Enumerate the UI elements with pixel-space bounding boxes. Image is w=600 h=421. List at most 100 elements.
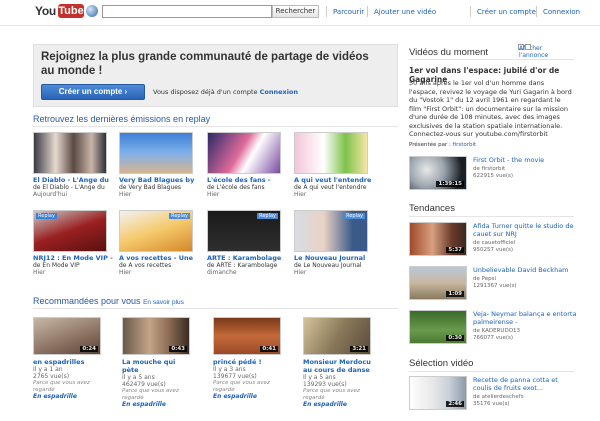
- video-thumbnail[interactable]: 1:39:15: [409, 156, 467, 190]
- video-thumbnail[interactable]: Replay: [33, 210, 107, 252]
- video-title[interactable]: Le Nouveau Journal: [294, 254, 374, 262]
- login-link[interactable]: Connexion: [543, 8, 580, 16]
- replay-card[interactable]: El Diablo - L'Ange du de El Diablo - L'A…: [33, 132, 113, 198]
- header-divider: [536, 6, 537, 17]
- replay-card[interactable]: Replay NRJ12 : En Mode VIP - de En Mode …: [33, 210, 113, 276]
- video-thumbnail[interactable]: 0:43: [122, 317, 190, 355]
- reason-video-link[interactable]: En espadrille: [122, 401, 192, 408]
- browse-link[interactable]: Parcourir: [333, 8, 364, 16]
- replay-badge: Replay: [257, 213, 278, 219]
- create-account-button[interactable]: Créer un compte ›: [41, 84, 145, 100]
- replay-badge: Replay: [36, 213, 57, 219]
- video-thumbnail[interactable]: [294, 132, 368, 174]
- sidebar-video[interactable]: 1:09 Unbelievable David Beckham de Pepsi…: [409, 266, 579, 306]
- video-title[interactable]: A qui veut l'entendre -: [294, 176, 374, 184]
- top-header: You Tube Rechercher Parcourir Ajouter un…: [0, 0, 600, 26]
- video-thumbnail[interactable]: [119, 132, 193, 174]
- promo-login-link[interactable]: Connexion: [260, 88, 298, 96]
- replay-card[interactable]: A qui veut l'entendre - de A qui veut l'…: [294, 132, 374, 198]
- video-title[interactable]: Unbelievable David Beckham: [473, 266, 578, 274]
- video-source: de Very Bad Blagues: [119, 184, 182, 191]
- video-title[interactable]: Monsieur Merdocu au cours de danse: [303, 358, 373, 374]
- reason-video-link[interactable]: En espadrille: [33, 393, 103, 400]
- sidebar-video[interactable]: 0:30 Veja- Neymar balança e entorta palm…: [409, 310, 579, 350]
- video-title[interactable]: Afida Turner quitte le studio de cauet s…: [473, 222, 578, 238]
- video-uploader[interactable]: de firstorbit: [473, 166, 505, 173]
- search-input[interactable]: [102, 5, 272, 18]
- learn-more-link[interactable]: En savoir plus: [143, 299, 184, 306]
- video-duration: 1:09: [446, 291, 464, 297]
- featured-description: 50 ans après le 1er vol d'un homme dans …: [409, 79, 572, 138]
- replay-section-title[interactable]: Retrouvez les dernières émissions en rep…: [33, 114, 210, 124]
- video-uploader[interactable]: de Pepsi: [473, 276, 496, 283]
- video-thumbnail[interactable]: [33, 132, 107, 174]
- video-title[interactable]: Veja- Neymar balança e entorta palmeiren…: [473, 310, 578, 326]
- checkbox-icon[interactable]: [525, 43, 531, 50]
- video-views: 139293 vue(s): [303, 381, 347, 388]
- youtube-logo[interactable]: You Tube: [35, 4, 98, 20]
- video-uploader[interactable]: de cauetofficiel: [473, 240, 515, 247]
- video-source: de A qui veut l'entendre: [294, 184, 367, 191]
- video-date: Hier: [294, 191, 307, 198]
- show-ad-toggle[interactable]: Afficher l'annonce: [517, 43, 548, 59]
- video-thumbnail[interactable]: Replay: [294, 210, 368, 252]
- video-duration: 0:24: [80, 346, 98, 352]
- video-age: Il y a 5 ans: [303, 374, 336, 381]
- recommended-card[interactable]: 0:24 en espadrilles Il y a 1 an 2765 vue…: [33, 317, 103, 400]
- recommended-card[interactable]: 3:21 Monsieur Merdocu au cours de danse …: [303, 317, 373, 408]
- video-thumbnail[interactable]: 0:24: [33, 317, 101, 355]
- video-thumbnail[interactable]: 0:30: [409, 310, 467, 344]
- video-title[interactable]: L'école des fans -: [207, 176, 287, 184]
- video-title[interactable]: en espadrilles: [33, 358, 103, 366]
- video-title[interactable]: Very Bad Blagues by: [119, 176, 199, 184]
- replay-card[interactable]: Replay ARTE : Karambolage de ARTE : Kara…: [207, 210, 287, 276]
- replay-card[interactable]: Replay Le Nouveau Journal de Le Nouveau …: [294, 210, 374, 276]
- video-uploader[interactable]: de atelierdeschefs: [473, 394, 524, 401]
- presented-by-label: Présentée par :: [409, 142, 451, 148]
- video-thumbnail[interactable]: 2:46: [409, 376, 467, 410]
- recommendation-reason: Parce que vous avez regardé: [303, 388, 360, 401]
- reason-video-link[interactable]: En espadrille: [303, 401, 373, 408]
- section-divider: [33, 126, 398, 127]
- video-views: 950257 vue(s): [473, 247, 514, 253]
- sidebar-video[interactable]: 2:46 Recette de panna cotta et coulis de…: [409, 376, 579, 416]
- upload-link[interactable]: Ajouter une vidéo: [374, 8, 436, 16]
- presenter-link[interactable]: firstorbit: [453, 142, 477, 148]
- video-thumbnail[interactable]: [207, 132, 281, 174]
- replay-card[interactable]: Replay A vos recettes - Une de A vos rec…: [119, 210, 199, 276]
- logo-tube: Tube: [58, 4, 84, 18]
- recommendation-reason: Parce que vous avez regardé: [213, 380, 270, 393]
- search-button[interactable]: Rechercher: [272, 5, 319, 18]
- video-title[interactable]: A vos recettes - Une: [119, 254, 199, 262]
- video-thumbnail[interactable]: Replay: [119, 210, 193, 252]
- recommended-card[interactable]: 0:43 La mouche qui pète Il y a 5 ans 462…: [122, 317, 192, 408]
- replay-badge: Replay: [344, 213, 365, 219]
- reason-video-link[interactable]: En espadrille: [213, 393, 283, 400]
- recommended-section-title: Recommandées pour vous En savoir plus: [33, 296, 184, 306]
- signup-promo: Rejoignez la plus grande communauté de p…: [33, 44, 398, 107]
- recommended-card[interactable]: 0:41 princé pédé ! Il y a 3 ans 139677 v…: [213, 317, 283, 400]
- video-thumbnail[interactable]: 1:09: [409, 266, 467, 300]
- section-divider: [409, 216, 574, 217]
- promo-headline: Rejoignez la plus grande communauté de p…: [41, 51, 369, 77]
- replay-card[interactable]: Very Bad Blagues by de Very Bad Blagues …: [119, 132, 199, 198]
- video-uploader[interactable]: de KADERUDO13: [473, 328, 520, 335]
- video-thumbnail[interactable]: 0:41: [213, 317, 281, 355]
- video-thumbnail[interactable]: Replay: [207, 210, 281, 252]
- video-source: de Le Nouveau Journal: [294, 262, 362, 269]
- sidebar-video[interactable]: 5:37 Afida Turner quitte le studio de ca…: [409, 222, 579, 262]
- video-title[interactable]: First Orbit - the movie: [473, 156, 578, 164]
- video-thumbnail[interactable]: 5:37: [409, 222, 467, 256]
- replay-card[interactable]: L'école des fans - de L'école des fans H…: [207, 132, 287, 198]
- video-title[interactable]: princé pédé !: [213, 358, 283, 366]
- video-title[interactable]: ARTE : Karambolage: [207, 254, 287, 262]
- video-title[interactable]: Recette de panna cotta et coulis de frui…: [473, 376, 578, 392]
- video-title[interactable]: La mouche qui pète: [122, 358, 192, 374]
- create-account-link[interactable]: Créer un compte: [477, 8, 536, 16]
- selection-section-title: Sélection vidéo: [409, 358, 474, 369]
- video-title[interactable]: NRJ12 : En Mode VIP -: [33, 254, 113, 262]
- video-views: 622915 vue(s): [473, 173, 514, 179]
- video-thumbnail[interactable]: 3:21: [303, 317, 371, 355]
- sidebar-video[interactable]: 1:39:15 First Orbit - the movie de first…: [409, 156, 579, 196]
- video-title[interactable]: El Diablo - L'Ange du: [33, 176, 113, 184]
